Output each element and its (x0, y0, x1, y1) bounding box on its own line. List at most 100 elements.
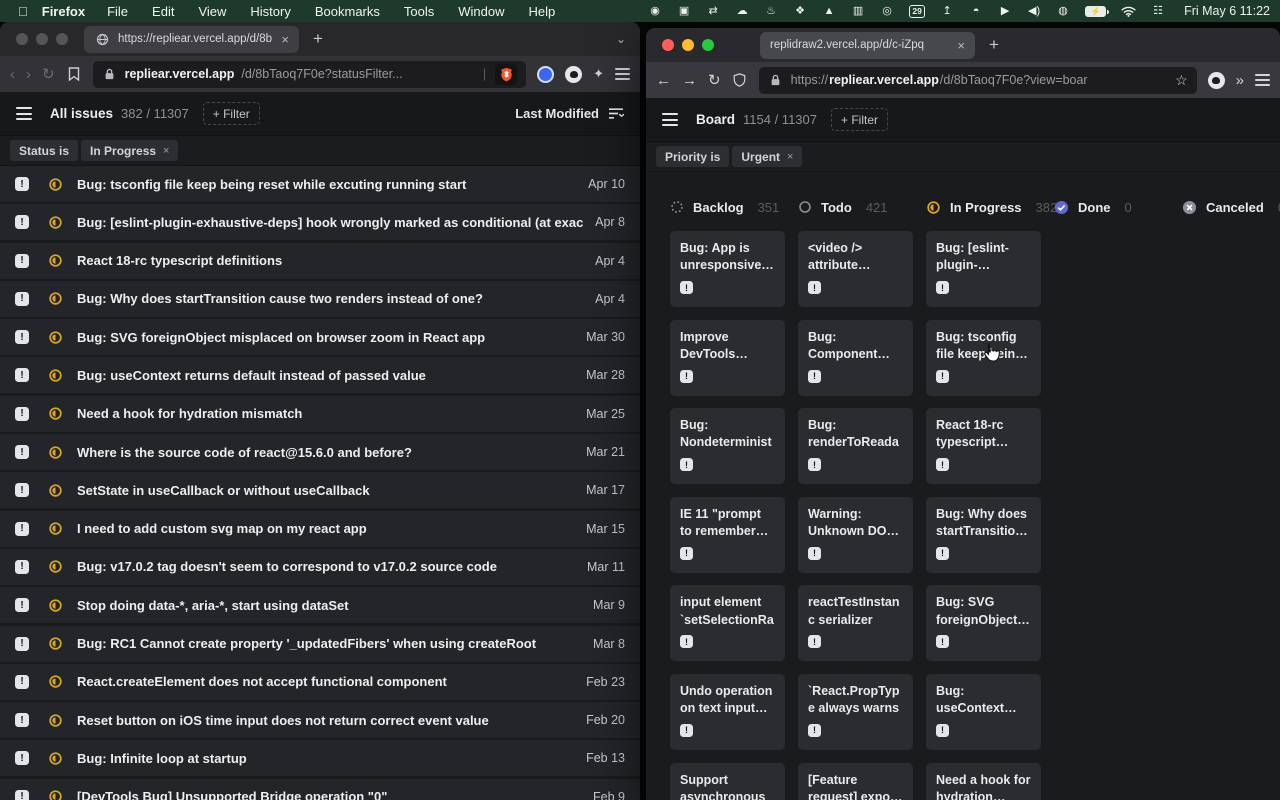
back-button[interactable]: ← (656, 73, 671, 88)
sort-icon[interactable] (608, 106, 624, 122)
browser-menu-icon[interactable] (1255, 74, 1270, 85)
cloud-icon[interactable]: ☁ (735, 4, 749, 18)
zoom-window-button[interactable] (702, 39, 714, 51)
volume-icon[interactable]: ◀) (1027, 4, 1041, 18)
sidebar-toggle-icon[interactable] (16, 107, 32, 119)
screen-record-icon[interactable]: ◉ (648, 4, 662, 18)
filter-field-chip[interactable]: Status is (10, 140, 78, 161)
onepassword-icon[interactable]: ◎ (880, 4, 894, 18)
tracking-shield-icon[interactable] (732, 72, 748, 88)
triangle-app-icon[interactable]: ▲ (822, 4, 836, 18)
issue-row[interactable]: !Bug: Infinite loop at startupFeb 13 (0, 740, 640, 776)
address-bar[interactable]: repliear.vercel.app /d/8bTaoq7F0e?status… (93, 61, 527, 88)
issue-card[interactable]: Improve DevTools…! (670, 320, 785, 396)
issue-card[interactable]: React 18-rc typescript…! (926, 408, 1041, 484)
window-controls-active[interactable] (662, 39, 714, 51)
forward-button[interactable]: › (26, 67, 31, 82)
issue-card[interactable]: Bug: SVG foreignObject…! (926, 585, 1041, 661)
notification-icon[interactable]: ◍ (1056, 4, 1070, 18)
github-extension-icon[interactable] (1208, 72, 1225, 89)
issue-card[interactable]: `React.PropType always warns ab! (798, 674, 913, 750)
onepassword-extension-icon[interactable] (537, 66, 554, 83)
issue-row[interactable]: !Bug: useContext returns default instead… (0, 357, 640, 393)
bookmark-icon[interactable] (66, 66, 82, 82)
issue-card[interactable]: IE 11 "prompt to remember…! (670, 497, 785, 573)
browser-tab[interactable]: https://repliear.vercel.app/d/8b × (84, 26, 299, 53)
issue-card[interactable]: input element `setSelectionRa! (670, 585, 785, 661)
issue-row[interactable]: !Need a hook for hydration mismatchMar 2… (0, 396, 640, 432)
zoom-window-button[interactable] (56, 33, 68, 45)
issue-row[interactable]: !Stop doing data-*, aria-*, start using … (0, 587, 640, 623)
remove-filter-icon[interactable]: × (787, 151, 793, 163)
issue-row[interactable]: !Bug: Why does startTransition cause two… (0, 281, 640, 317)
github-extension-icon[interactable] (565, 66, 582, 83)
issue-row[interactable]: !Bug: v17.0.2 tag doesn't seem to corres… (0, 549, 640, 585)
add-filter-button[interactable]: + Filter (203, 102, 260, 125)
wifi-icon[interactable] (1121, 4, 1136, 18)
issue-row[interactable]: !SetState in useCallback or without useC… (0, 472, 640, 508)
active-app-name[interactable]: Firefox (42, 4, 85, 19)
issue-card[interactable]: reactTestInstanc serializer! (798, 585, 913, 661)
issue-row[interactable]: !Bug: [eslint-plugin-exhaustive-deps] ho… (0, 204, 640, 240)
issue-row[interactable]: !React 18-rc typescript definitionsApr 4 (0, 243, 640, 279)
window-controls-inactive[interactable] (16, 33, 68, 45)
sync-icon[interactable]: ⇄ (706, 4, 720, 18)
issue-row[interactable]: !Reset button on iOS time input does not… (0, 702, 640, 738)
issue-card[interactable]: [Feature request] expo…! (798, 763, 913, 800)
upload-icon[interactable]: ↥ (940, 4, 954, 18)
new-tab-button[interactable]: + (985, 35, 1003, 55)
tab-list-chevron-icon[interactable]: ⌄ (616, 32, 626, 46)
issue-card[interactable]: Bug: renderToReadab! (798, 408, 913, 484)
add-filter-button[interactable]: + Filter (831, 108, 888, 131)
browser-menu-icon[interactable] (615, 68, 630, 79)
issue-card[interactable]: Bug: tsconfig file keep bein…! (926, 320, 1041, 396)
issue-card[interactable]: Bug: App is unresponsive…! (670, 231, 785, 307)
play-icon[interactable]: ▶ (998, 4, 1012, 18)
issue-card[interactable]: Bug: Component…! (798, 320, 913, 396)
dropbox-icon[interactable]: ❖ (793, 4, 807, 18)
remove-filter-icon[interactable]: × (163, 145, 169, 157)
issue-row[interactable]: !Bug: SVG foreignObject misplaced on bro… (0, 319, 640, 355)
extensions-puzzle-icon[interactable]: ✦ (593, 66, 604, 82)
bookmark-star-icon[interactable]: ☆ (1175, 72, 1188, 89)
issue-card[interactable]: Support asynchronous…! (670, 763, 785, 800)
issue-row[interactable]: ![DevTools Bug] Unsupported Bridge opera… (0, 779, 640, 800)
close-window-button[interactable] (662, 39, 674, 51)
overflow-chevrons-icon[interactable]: » (1236, 73, 1244, 88)
menu-item-history[interactable]: History (250, 4, 290, 19)
apple-logo-icon[interactable]:  (18, 4, 28, 19)
issue-card[interactable]: Bug: [eslint-plugin-…! (926, 231, 1041, 307)
brave-shield-icon[interactable] (495, 64, 517, 85)
menu-item-edit[interactable]: Edit (152, 4, 174, 19)
issue-row[interactable]: !Bug: RC1 Cannot create property '_updat… (0, 626, 640, 662)
menu-item-file[interactable]: File (107, 4, 128, 19)
forward-button[interactable]: → (682, 73, 697, 88)
issue-card[interactable]: Need a hook for hydration…! (926, 763, 1041, 800)
sort-order-label[interactable]: Last Modified (515, 106, 599, 121)
menu-item-tools[interactable]: Tools (404, 4, 434, 19)
browser-tab[interactable]: replidraw2.vercel.app/d/c-iZpq × (760, 32, 975, 59)
sidebar-toggle-icon[interactable] (662, 113, 678, 125)
issue-card[interactable]: Warning: Unknown DO…! (798, 497, 913, 573)
menu-item-help[interactable]: Help (529, 4, 556, 19)
reload-button[interactable]: ↻ (708, 73, 721, 88)
menu-item-view[interactable]: View (198, 4, 226, 19)
tab-close-icon[interactable]: × (281, 32, 289, 47)
issue-card[interactable]: Bug: useContext…! (926, 674, 1041, 750)
filter-field-chip[interactable]: Priority is (656, 146, 729, 167)
address-bar[interactable]: https:// repliear.vercel.app /d/8bTaoq7F… (759, 67, 1197, 94)
battery-icon[interactable]: ⚡ (1085, 6, 1106, 17)
calendar-icon[interactable]: 29 (909, 5, 925, 18)
issue-card[interactable]: Bug: Nondeterminist.! (670, 408, 785, 484)
issue-row[interactable]: !I need to add custom svg map on my reac… (0, 511, 640, 547)
filter-value-chip[interactable]: Urgent × (732, 146, 802, 167)
menu-item-bookmarks[interactable]: Bookmarks (315, 4, 380, 19)
camera-icon[interactable]: ▣ (677, 4, 691, 18)
menu-item-window[interactable]: Window (458, 4, 504, 19)
issue-card[interactable]: <video /> attribute…! (798, 231, 913, 307)
tab-close-icon[interactable]: × (957, 38, 965, 53)
issue-row[interactable]: !React.createElement does not accept fun… (0, 664, 640, 700)
docker-icon[interactable]: ♨ (764, 4, 778, 18)
back-button[interactable]: ‹ (10, 67, 15, 82)
user-switch-icon[interactable]: ☷ (1151, 4, 1165, 18)
